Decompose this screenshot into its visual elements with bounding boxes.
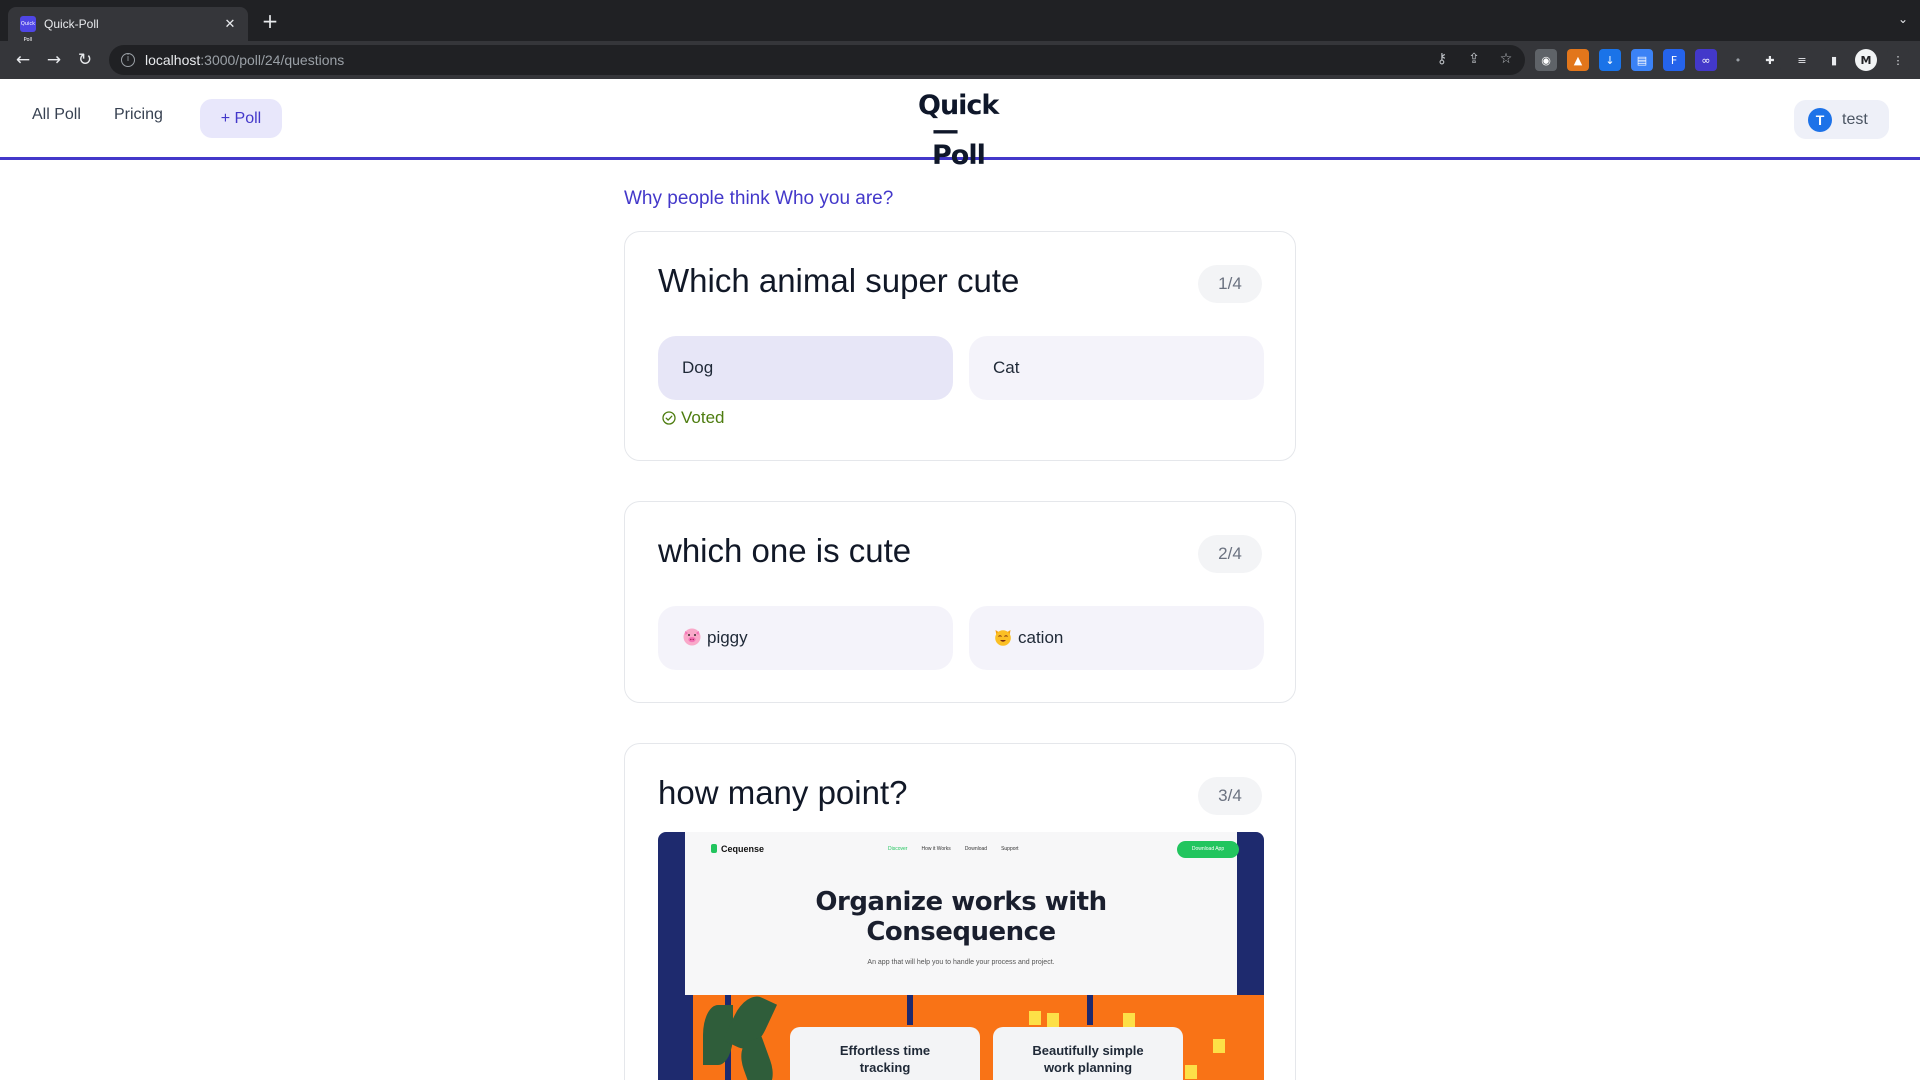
logo-line1: Quick	[918, 90, 999, 121]
reading-list-icon[interactable]: ≡	[1791, 49, 1813, 71]
mockup-logo-mark-icon	[711, 844, 717, 853]
camera-extension-icon[interactable]: ◉	[1535, 49, 1557, 71]
mockup-nav: Cequense Discover How it Works Download …	[685, 832, 1239, 868]
tab-favicon-icon: Quick Poll	[20, 16, 36, 43]
url-text[interactable]: localhost:3000/poll/24/questions	[145, 52, 344, 68]
check-circle-icon	[662, 411, 676, 425]
bookmark-star-icon[interactable]: ☆	[1497, 51, 1515, 67]
mockup-card-line: work planning	[1043, 1060, 1133, 1075]
browser-toolbar: ← → ↻ i localhost:3000/poll/24/questions…	[0, 41, 1920, 79]
mockup-card-line: Beautifully simple	[1032, 1043, 1144, 1058]
share-icon[interactable]: ⇪	[1465, 51, 1483, 67]
mockup-nav-links: Discover How it Works Download Support	[888, 846, 1019, 852]
mockup-hero-line1: Organize works with	[815, 887, 1107, 917]
quick-poll-logo[interactable]: Quick —Poll	[918, 90, 1004, 171]
metamask-extension-icon[interactable]: ▲	[1567, 49, 1589, 71]
user-name: test	[1842, 110, 1868, 128]
option-label: piggy	[707, 628, 748, 647]
question-counter-badge: 2/4	[1198, 535, 1262, 573]
nav-pricing[interactable]: Pricing	[114, 106, 163, 124]
question-card: which one is cute 2/4 piggy cation	[624, 501, 1296, 703]
question-image: Cequense Discover How it Works Download …	[658, 832, 1264, 1080]
side-panel-icon[interactable]: ▮	[1823, 49, 1845, 71]
browser-tab[interactable]: Quick Poll Quick-Poll ✕	[8, 7, 248, 43]
fi-extension-icon[interactable]: F	[1663, 49, 1685, 71]
option-dog[interactable]: Dog	[658, 336, 953, 400]
close-tab-icon[interactable]: ✕	[222, 17, 238, 32]
mockup-card-line: tracking	[859, 1060, 911, 1075]
mockup-card-line: Effortless time	[839, 1043, 931, 1058]
sticky-note-icon	[1213, 1039, 1225, 1053]
mockup-stripe	[907, 995, 913, 1025]
question-counter-badge: 3/4	[1198, 777, 1262, 815]
mockup-stripe	[1087, 995, 1093, 1025]
user-menu-button[interactable]: T test	[1794, 100, 1889, 139]
option-cat[interactable]: Cat	[969, 336, 1264, 400]
key-icon[interactable]: ⚷	[1433, 51, 1451, 67]
mockup-hero-line2: Consequence	[866, 917, 1056, 947]
new-tab-icon[interactable]: +	[258, 10, 282, 34]
site-info-icon[interactable]: i	[121, 53, 135, 67]
mockup-link: Support	[1001, 846, 1019, 852]
tab-search-chevron-icon[interactable]: ⌄	[1898, 12, 1908, 26]
forward-arrow-icon[interactable]: →	[43, 49, 65, 71]
pig-face-icon	[683, 628, 701, 646]
sticky-note-icon	[1047, 1013, 1059, 1027]
sticky-note-icon	[1123, 1013, 1135, 1027]
option-piggy[interactable]: piggy	[658, 606, 953, 670]
tab-title: Quick-Poll	[44, 17, 99, 31]
back-arrow-icon[interactable]: ←	[12, 49, 34, 71]
mockup-subtitle: An app that will help you to handle your…	[867, 959, 1055, 966]
browser-menu-icon[interactable]: ⋮	[1887, 49, 1909, 71]
download-extension-icon[interactable]: ↓	[1599, 49, 1621, 71]
mockup-download-button: Download App	[1177, 841, 1239, 858]
option-label: cation	[1018, 628, 1064, 647]
nav-all-poll[interactable]: All Poll	[32, 106, 81, 124]
app-header: All Poll Pricing + Poll Quick —Poll T te…	[0, 79, 1920, 169]
profile-avatar-icon[interactable]: M	[1855, 49, 1877, 71]
mockup-orange-band: Effortless time tracking Beautifully sim…	[685, 990, 1237, 1080]
cat-face-icon	[995, 630, 1011, 646]
mockup-logo-text: Cequense	[721, 844, 765, 854]
reload-icon[interactable]: ↻	[74, 49, 96, 71]
poll-title: Why people think Who you are?	[624, 188, 894, 209]
mockup-feature-card: Effortless time tracking	[790, 1027, 980, 1080]
mockup-feature-card: Beautifully simple work planning	[993, 1027, 1183, 1080]
question-title: which one is cute	[658, 532, 912, 569]
browser-tabstrip: Quick Poll Quick-Poll ✕ + ⌄	[0, 0, 1920, 43]
voted-label: Voted	[681, 408, 725, 427]
mockup-stripe	[685, 995, 693, 1080]
mockup-hero-title: Organize works with Consequence	[685, 887, 1237, 947]
logo-line2: —Poll	[932, 115, 986, 171]
translate-extension-icon[interactable]: ▤	[1631, 49, 1653, 71]
puzzle-extensions-icon[interactable]: ✚	[1759, 49, 1781, 71]
user-avatar: T	[1808, 107, 1832, 132]
option-cation[interactable]: cation	[969, 606, 1264, 670]
address-bar[interactable]: i localhost:3000/poll/24/questions ⚷ ⇪ ☆	[109, 45, 1525, 75]
website-mockup: Cequense Discover How it Works Download …	[685, 832, 1239, 1080]
mockup-link: Discover	[888, 846, 908, 852]
link-extension-icon[interactable]: ∞	[1695, 49, 1717, 71]
question-title: how many point?	[658, 774, 908, 811]
mouse-extension-icon[interactable]: •	[1727, 49, 1749, 71]
question-title: Which animal super cute	[658, 262, 1020, 299]
sticky-note-icon	[1029, 1011, 1041, 1025]
mockup-logo: Cequense	[711, 844, 764, 854]
mockup-right-strip	[1237, 995, 1264, 1080]
question-counter-badge: 1/4	[1198, 265, 1262, 303]
sticky-note-icon	[1185, 1065, 1197, 1079]
question-card: how many point? 3/4 Cequense Discover Ho…	[624, 743, 1296, 1080]
mockup-link: How it Works	[921, 846, 951, 852]
mockup-link: Download	[964, 846, 988, 852]
question-card: Which animal super cute 1/4 Dog Cat Vote…	[624, 231, 1296, 461]
new-poll-button[interactable]: + Poll	[200, 99, 282, 138]
voted-status: Voted	[662, 408, 725, 428]
